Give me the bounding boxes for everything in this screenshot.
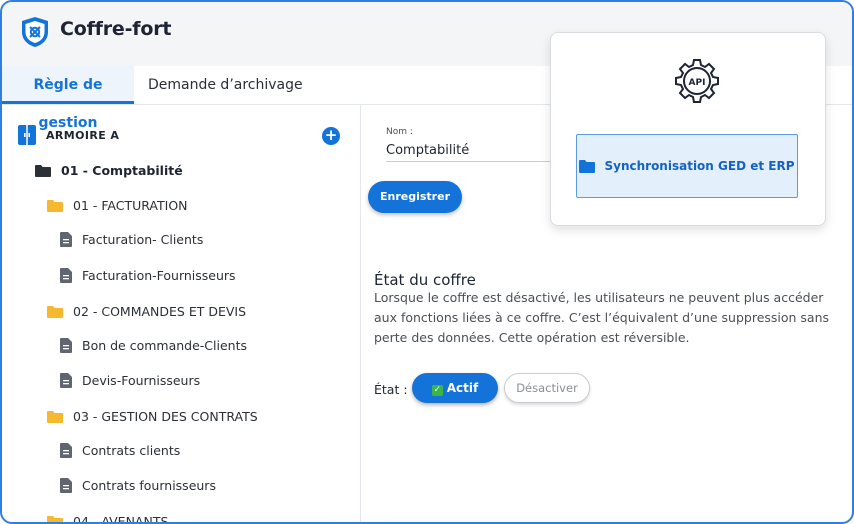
tree-folder[interactable]: 04 - AVENANTS — [47, 514, 169, 524]
document-icon — [60, 338, 72, 353]
folder-icon — [47, 410, 63, 423]
tree-root-armoire[interactable]: ARMOIRE A — [18, 125, 119, 145]
check-mark-icon: ✓ — [431, 385, 443, 396]
safe-shield-logo-icon — [22, 17, 48, 47]
state-label: État : — [374, 382, 408, 397]
tree-document[interactable]: Devis-Fournisseurs — [60, 373, 200, 388]
document-icon — [60, 232, 72, 247]
tree-document[interactable]: Contrats fournisseurs — [60, 478, 216, 493]
name-field-label: Nom : — [386, 127, 413, 137]
tree-document[interactable]: Facturation- Clients — [60, 232, 203, 247]
tree-document[interactable]: Bon de commande-Clients — [60, 338, 247, 353]
app-window: Coffre-fort Règle de gestion Demande d’a… — [0, 0, 854, 524]
tree-folder[interactable]: 01 - FACTURATION — [47, 198, 188, 213]
folder-icon — [47, 515, 63, 522]
cabinet-icon — [18, 125, 36, 145]
api-sync-popup: API Synchronisation GED et ERP — [550, 32, 826, 226]
tab-demande-archivage[interactable]: Demande d’archivage — [148, 66, 303, 104]
document-icon — [60, 373, 72, 388]
app-title: Coffre-fort — [60, 18, 172, 40]
add-button[interactable]: + — [322, 127, 340, 145]
folder-icon — [47, 199, 63, 212]
tree-category-label: 01 - Comptabilité — [61, 163, 183, 178]
tree-folder-label: 03 - GESTION DES CONTRATS — [73, 409, 258, 424]
folder-icon — [47, 305, 63, 318]
archive-tree: ARMOIRE A + 01 - Comptabilité 01 - FACTU… — [2, 105, 361, 522]
document-icon — [60, 268, 72, 283]
tree-category-comptabilite[interactable]: 01 - Comptabilité — [35, 163, 183, 178]
active-button-label: Actif — [446, 381, 479, 395]
sync-button-label: Synchronisation GED et ERP — [604, 159, 795, 173]
state-section-title: État du coffre — [374, 271, 476, 289]
deactivate-button[interactable]: Désactiver — [504, 373, 590, 403]
tree-document-label: Devis-Fournisseurs — [82, 373, 201, 388]
tree-folder-label: 01 - FACTURATION — [73, 198, 188, 213]
tree-document[interactable]: Contrats clients — [60, 443, 180, 458]
document-icon — [60, 443, 72, 458]
api-text: API — [689, 78, 706, 88]
tree-document[interactable]: Facturation-Fournisseurs — [60, 268, 236, 283]
tree-folder[interactable]: 02 - COMMANDES ET DEVIS — [47, 304, 246, 319]
folder-icon — [35, 164, 51, 177]
tree-folder-label: 02 - COMMANDES ET DEVIS — [73, 304, 247, 319]
tree-document-label: Bon de commande-Clients — [82, 338, 248, 353]
document-icon — [60, 478, 72, 493]
state-section-description: Lorsque le coffre est désactivé, les uti… — [374, 290, 830, 345]
api-gear-icon: API — [675, 59, 719, 103]
tree-document-label: Contrats fournisseurs — [82, 478, 216, 493]
save-button[interactable]: Enregistrer — [368, 181, 462, 213]
tree-folder[interactable]: 03 - GESTION DES CONTRATS — [47, 409, 258, 424]
sync-ged-erp-button[interactable]: Synchronisation GED et ERP — [576, 134, 798, 198]
tree-root-label: ARMOIRE A — [46, 128, 120, 142]
tree-document-label: Facturation-Fournisseurs — [82, 268, 236, 283]
tab-regle-de-gestion[interactable]: Règle de gestion — [2, 66, 134, 131]
tree-folder-label: 04 - AVENANTS — [73, 514, 169, 524]
tree-document-label: Facturation- Clients — [82, 232, 204, 247]
active-button[interactable]: ✓ Actif — [412, 373, 498, 403]
plus-icon: + — [324, 126, 338, 144]
tree-document-label: Contrats clients — [82, 443, 181, 458]
folder-icon — [579, 159, 596, 173]
